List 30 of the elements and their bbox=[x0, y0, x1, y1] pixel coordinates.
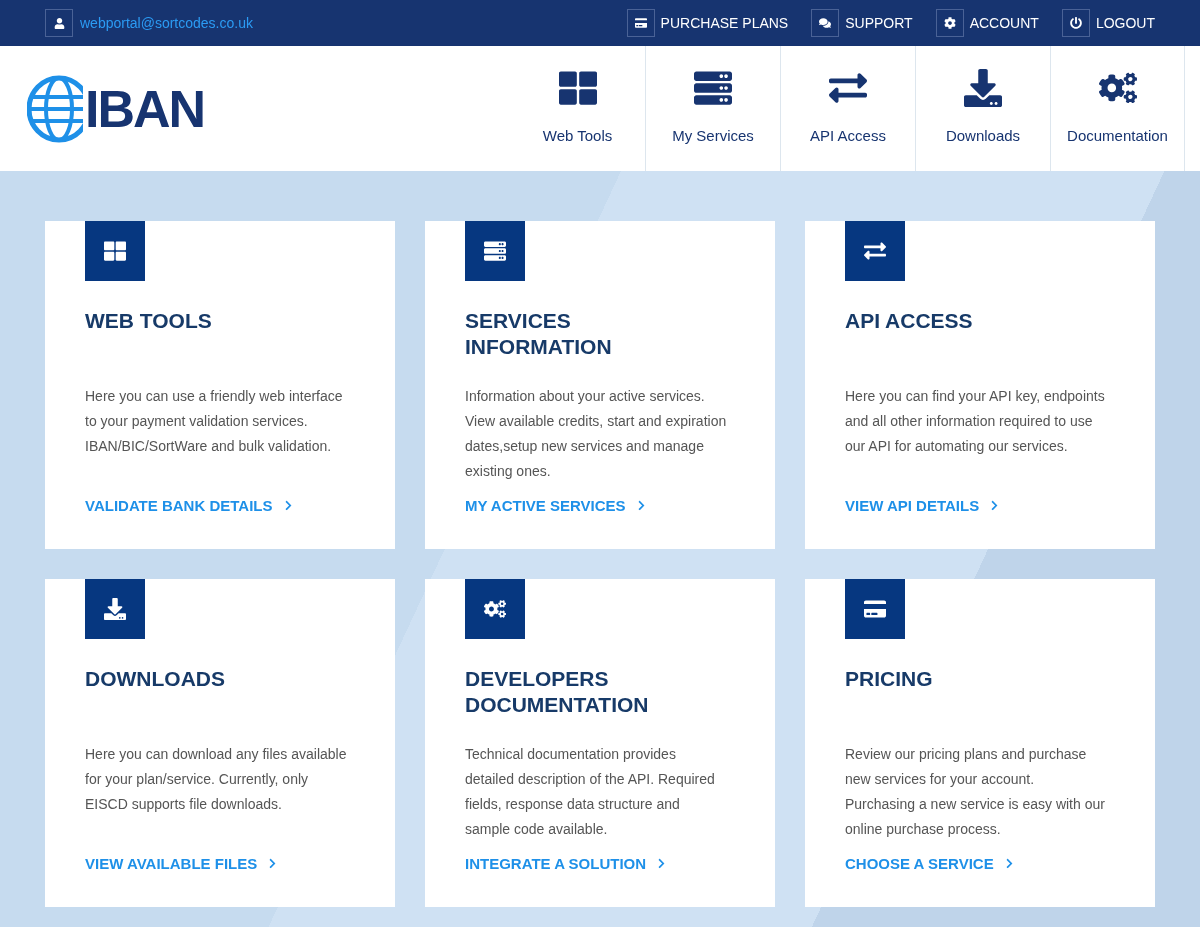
nav-item[interactable]: Web Tools bbox=[510, 46, 645, 171]
email-link[interactable]: webportal@sortcodes.co.uk bbox=[80, 12, 253, 34]
grid-icon bbox=[558, 69, 597, 108]
download-icon bbox=[964, 69, 1002, 108]
card-title: WEB TOOLS bbox=[85, 308, 213, 334]
card-description: Technical documentation provides detailed description of the API. Required fields, response data structure and sample code available. bbox=[465, 745, 716, 839]
nav-item[interactable]: My Services bbox=[645, 46, 780, 171]
settings-icon bbox=[935, 9, 964, 37]
chat-icon bbox=[811, 9, 840, 37]
card-title: DEVELOPERS DOCUMENTATION bbox=[465, 666, 650, 718]
card-description: Review our pricing plans and purchase new services for your account. Purchasing a new service is easy with our online purchase process. bbox=[845, 745, 1106, 839]
card-description: Here you can find your API key, endpoints and all other information required to use our API for automating our services. bbox=[845, 387, 1106, 456]
server-icon bbox=[694, 69, 732, 108]
top-bar-link[interactable]: PURCHASE PLANS bbox=[626, 9, 789, 37]
card-description: Here you can download any files available for your plan/service. Currently, only EISCD supports file downloads. bbox=[85, 745, 347, 814]
card-icon bbox=[626, 9, 655, 37]
top-bar-link[interactable]: ACCOUNT bbox=[935, 9, 1039, 37]
nav-item[interactable]: API Access bbox=[780, 46, 915, 171]
card-title: DOWNLOADS bbox=[85, 666, 226, 692]
power-icon bbox=[1061, 9, 1090, 37]
card-title: SERVICES INFORMATION bbox=[465, 308, 613, 360]
card-description: Information about your active services. View available credits, start and expiration dates,setup new services and manage existing ones. bbox=[465, 387, 727, 481]
top-bar-link[interactable]: LOGOUT bbox=[1061, 9, 1155, 37]
card-title: API ACCESS bbox=[845, 308, 974, 334]
card-description: Here you can use a friendly web interface to your payment validation services. IBAN/BIC/SortWare and bulk validation. bbox=[85, 387, 344, 456]
logo-text: IBAN bbox=[85, 78, 205, 140]
globe-icon bbox=[27, 74, 83, 143]
top-bar-link[interactable]: SUPPORT bbox=[811, 9, 913, 37]
user-icon bbox=[45, 9, 73, 37]
card-title: PRICING bbox=[845, 666, 934, 692]
